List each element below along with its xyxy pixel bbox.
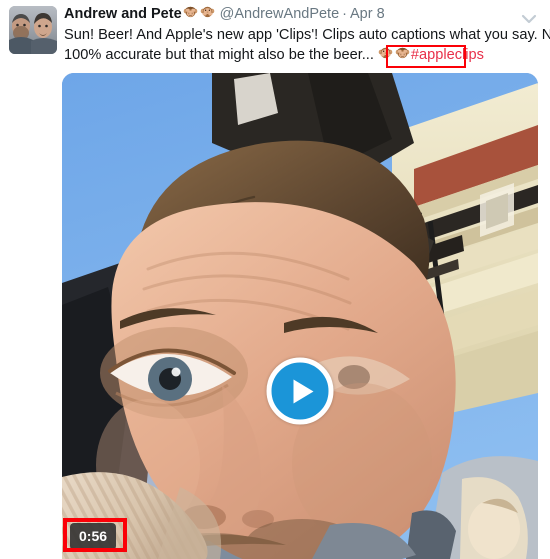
tweet-date[interactable]: Apr 8: [350, 6, 385, 22]
tweet-header: Andrew and Pete @AndrewAndPete · Apr 8 S…: [0, 0, 550, 73]
video-media[interactable]: 0:56: [62, 73, 538, 559]
play-button[interactable]: [266, 357, 334, 425]
tweet-header-text: Andrew and Pete @AndrewAndPete · Apr 8 S…: [64, 4, 550, 65]
tweet-card: Andrew and Pete @AndrewAndPete · Apr 8 S…: [0, 0, 550, 559]
video-thumbnail: [62, 73, 538, 559]
hashtag-link[interactable]: #appleclips: [411, 46, 484, 66]
author-handle[interactable]: @AndrewAndPete: [220, 6, 340, 22]
author-line: Andrew and Pete @AndrewAndPete · Apr 8: [64, 4, 524, 25]
handle-date-separator: ·: [342, 6, 347, 22]
tweet-text-line-1: Sun! Beer! And Apple's new app 'Clips'! …: [64, 27, 550, 43]
avatar[interactable]: [9, 6, 57, 54]
see-no-evil-monkey-icon-2: [395, 45, 410, 67]
tweet-text-line-2: 100% accurate but that might also be the…: [64, 46, 532, 66]
avatar-image: [9, 6, 57, 54]
speak-no-evil-monkey-icon-2: [378, 45, 393, 67]
author-handle-date[interactable]: @AndrewAndPete · Apr 8: [220, 4, 385, 25]
video-duration-badge: 0:56: [70, 523, 117, 550]
play-triangle-icon: [293, 379, 313, 403]
chevron-down-icon[interactable]: [518, 8, 540, 30]
see-no-evil-monkey-icon: [183, 4, 198, 26]
tweet-text-line-2-body: 100% accurate but that might also be the…: [64, 46, 374, 63]
speak-no-evil-monkey-icon: [200, 4, 215, 26]
author-display-name[interactable]: Andrew and Pete: [64, 4, 182, 25]
tweet-text: Sun! Beer! And Apple's new app 'Clips'! …: [64, 26, 550, 66]
